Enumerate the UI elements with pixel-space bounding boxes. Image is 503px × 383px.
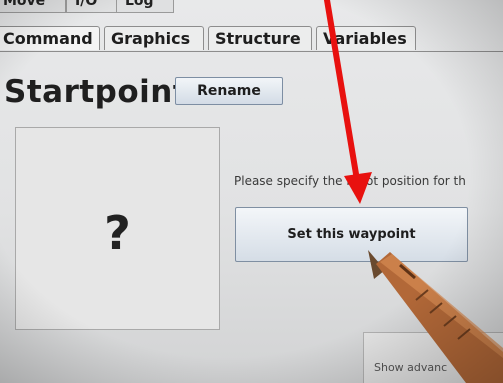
red-arrow-icon xyxy=(324,0,372,204)
robot-programming-screen: Move I/O Log Command Graphics Structure … xyxy=(0,0,503,383)
photo-overlay xyxy=(324,0,503,383)
stylus-pen-icon xyxy=(368,250,503,383)
